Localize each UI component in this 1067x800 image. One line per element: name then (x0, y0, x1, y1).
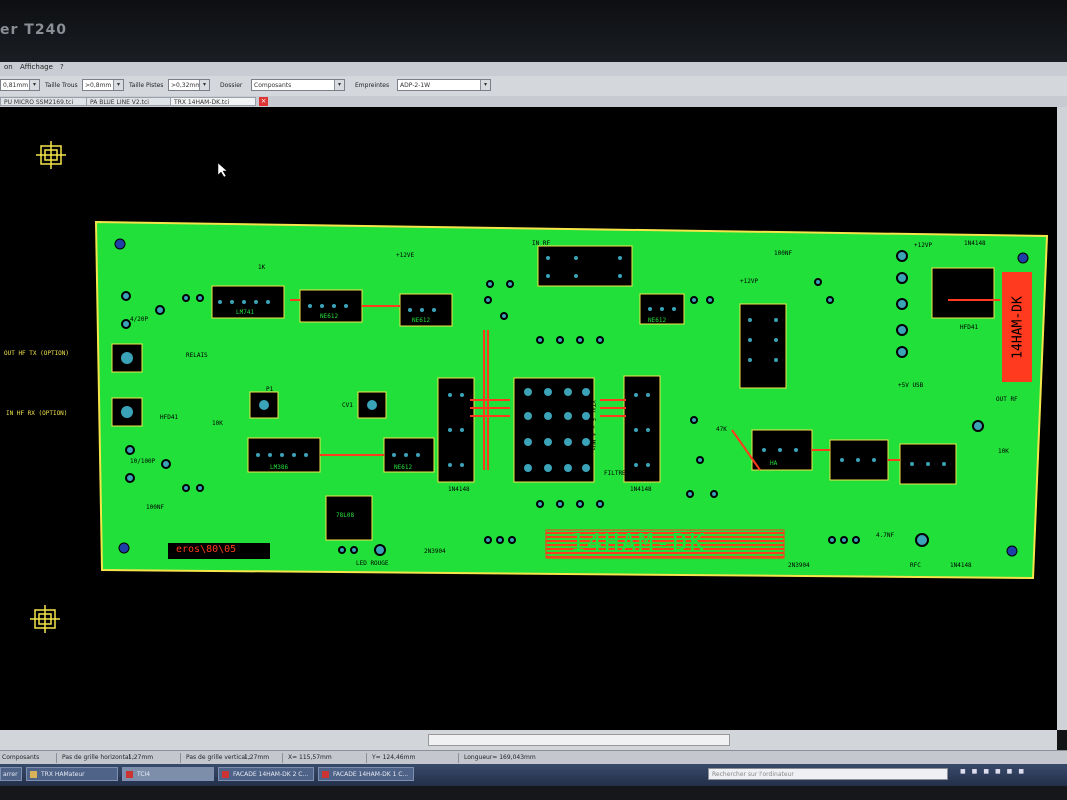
status-bar: Composants Pas de grille horizontal : 1,… (0, 750, 1067, 765)
app-icon (322, 771, 329, 778)
diode-label-3: 1N4148 (950, 562, 972, 569)
status-grid-v-label: Pas de grille vertical : (186, 754, 251, 761)
rfc-label: RFC (910, 562, 921, 569)
led-label: LED ROUGE (356, 560, 389, 567)
status-separator (180, 753, 181, 763)
taskbar-item-label: TRX HAMateur (41, 771, 85, 778)
taskbar-item-label: FACADE 14HAM-DK 1 C... (333, 771, 409, 778)
xtal-note-label: FILTRE (604, 470, 626, 477)
p1-label: P1 (266, 386, 274, 393)
ic-label-lm741: LM741 (236, 309, 255, 316)
ic-label-lm386: LM386 (270, 464, 289, 471)
folder-icon (30, 771, 37, 778)
hfd-label: HFD41 (160, 414, 179, 421)
hfd-label-2: HFD41 (960, 324, 979, 331)
status-grid-h-label: Pas de grille horizontal : (62, 754, 135, 761)
ic-label-ha: HA (770, 460, 778, 467)
cap-label-100nf-2: 100NF (146, 504, 165, 511)
transistor-b-label: 2N3904 (788, 562, 810, 569)
diode-label-4: 1N4148 (964, 240, 986, 247)
vcc-label: +12VE (396, 252, 415, 259)
author-label: eros\80\05 (176, 544, 237, 555)
cap-label-100nf: 100NF (774, 250, 793, 257)
transistor-a-label: 2N3904 (424, 548, 446, 555)
dp-label: 4.7NF (876, 532, 895, 539)
status-grid-h-value: 1,27mm (128, 754, 154, 761)
vp-label: +12VP (914, 242, 933, 249)
diode-label-2: 1N4148 (630, 486, 652, 493)
out-rf-label: OUT RF (996, 396, 1018, 403)
taskbar-item-label: TCI4 (137, 771, 151, 778)
app-icon (222, 771, 229, 778)
cap-label-4-20p: 4/20P (130, 316, 149, 323)
out-hf-label: OUT HF TX (OPTION) (4, 350, 70, 357)
res-label-1k: 1K (258, 264, 266, 271)
board-title: 14HAM-DK (570, 528, 707, 557)
app-icon (126, 771, 133, 778)
res-label-47k: 47K (716, 426, 727, 433)
in-hf-label: IN HF RX (OPTION) (6, 410, 68, 417)
tray-icons: ■■■■■■ (960, 768, 1031, 775)
relay-label: RELAIS (186, 352, 208, 359)
taskbar-item-facade-1[interactable]: FACADE 14HAM-DK 1 C... (318, 767, 414, 781)
taskbar-item-label: FACADE 14HAM-DK 2 C... (233, 771, 309, 778)
status-x-value: X= 115,57mm (288, 754, 332, 761)
monitor-bottom-bezel (0, 786, 1067, 800)
mirror-board-label: 14HAM-DK (1010, 296, 1026, 359)
transformer-label: TR 600/600 (585, 248, 592, 285)
status-separator (366, 753, 367, 763)
cv-label: CV1 (342, 402, 353, 409)
res-label-10k: 10K (212, 420, 223, 427)
pcb-drawing (30, 141, 1049, 633)
res-label-10k-2: 10K (998, 448, 1009, 455)
cap-label-10-100p: 10/100P (130, 458, 156, 465)
mouse-cursor-icon (217, 162, 228, 178)
ic-label-regulator: 78L08 (336, 512, 355, 519)
start-button[interactable]: arrer (0, 767, 22, 781)
in-rf-label: IN RF (532, 240, 551, 247)
ic-label-ne612-a: NE612 (320, 313, 339, 320)
ic-label-ne612-c: NE612 (394, 464, 413, 471)
status-separator (282, 753, 283, 763)
ic-label-ne612-b: NE612 (412, 317, 431, 324)
usb-label: +5V USB (898, 382, 924, 389)
ic-label-ne612-d: NE612 (648, 317, 667, 324)
status-grid-v-value: 1,27mm (244, 754, 270, 761)
taskbar-item-trx-hamateur[interactable]: TRX HAMateur (26, 767, 118, 781)
horizontal-scrollbar-thumb[interactable] (428, 734, 730, 746)
status-length-value: Longueur= 169,043mm (464, 754, 536, 761)
diode-label: 1N4148 (448, 486, 470, 493)
registration-mark-top (36, 141, 66, 169)
vp-label-2: +12VP (740, 278, 759, 285)
status-separator (458, 753, 459, 763)
taskbar-search-input[interactable]: Rechercher sur l'ordinateur (708, 768, 948, 780)
taskbar-item-facade-2[interactable]: FACADE 14HAM-DK 2 C... (218, 767, 314, 781)
system-tray: ■■■■■■ (960, 768, 1067, 780)
xtal-block-label: XTAL 5 x 4 MHz (589, 400, 596, 451)
taskbar-item-tci4[interactable]: TCI4 (122, 767, 214, 781)
status-mode: Composants (2, 754, 40, 761)
registration-mark-bottom (30, 605, 60, 633)
status-y-value: Y= 124,46mm (372, 754, 416, 761)
status-separator (56, 753, 57, 763)
